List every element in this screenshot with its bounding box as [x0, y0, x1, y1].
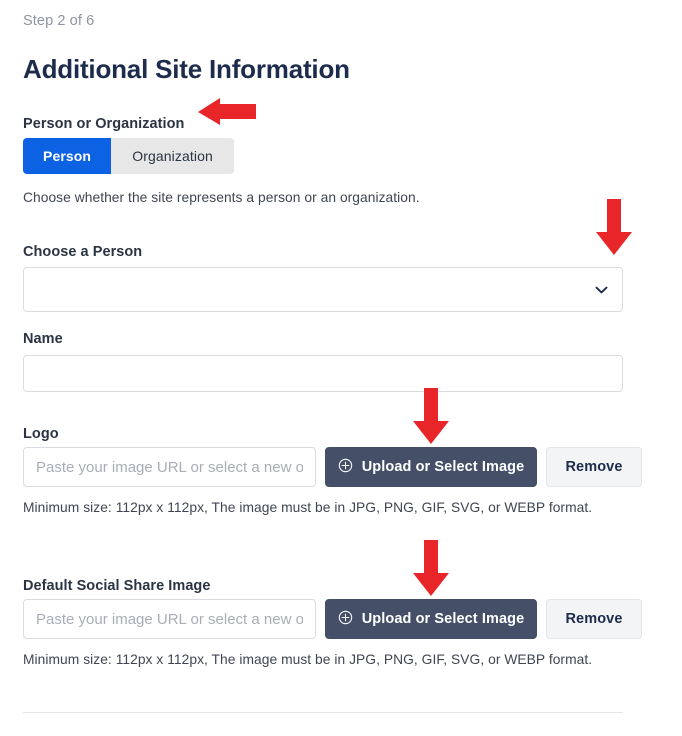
section-divider	[23, 712, 623, 713]
logo-label: Logo	[23, 426, 59, 442]
toggle-organization-button[interactable]: Organization	[111, 138, 235, 174]
arrow-logo-upload-button	[413, 388, 449, 444]
logo-upload-button-label: Upload or Select Image	[361, 459, 525, 475]
arrow-choose-person-select	[596, 199, 632, 255]
social-share-row: Upload or Select Image Remove	[23, 599, 643, 639]
plus-circle-icon	[338, 610, 353, 629]
social-share-help-text: Minimum size: 112px x 112px, The image m…	[23, 652, 593, 667]
logo-help-text: Minimum size: 112px x 112px, The image m…	[23, 500, 593, 515]
choose-person-select[interactable]	[23, 267, 623, 312]
social-share-upload-button[interactable]: Upload or Select Image	[325, 599, 537, 639]
plus-circle-icon	[338, 458, 353, 477]
name-label: Name	[23, 331, 63, 347]
logo-row: Upload or Select Image Remove	[23, 447, 643, 487]
toggle-person-button[interactable]: Person	[23, 138, 112, 174]
logo-upload-button[interactable]: Upload or Select Image	[325, 447, 537, 487]
choose-person-select-wrapper[interactable]	[23, 267, 623, 312]
additional-site-information-page: Step 2 of 6 Additional Site Information …	[0, 0, 682, 736]
choose-person-label: Choose a Person	[23, 244, 143, 260]
name-input[interactable]	[23, 355, 623, 392]
social-share-url-input[interactable]	[23, 599, 316, 639]
arrow-person-org-label	[198, 98, 256, 125]
logo-remove-button[interactable]: Remove	[546, 447, 642, 487]
social-share-upload-button-label: Upload or Select Image	[361, 611, 525, 627]
person-or-organization-help: Choose whether the site represents a per…	[23, 190, 420, 205]
page-title: Additional Site Information	[23, 54, 350, 84]
person-or-organization-label: Person or Organization	[23, 116, 185, 132]
logo-url-input[interactable]	[23, 447, 316, 487]
step-indicator: Step 2 of 6	[23, 13, 95, 29]
social-share-label: Default Social Share Image	[23, 578, 211, 594]
arrow-social-upload-button	[413, 540, 449, 596]
person-or-organization-toggle-group[interactable]: Person Organization	[23, 138, 235, 174]
social-share-remove-button[interactable]: Remove	[546, 599, 642, 639]
